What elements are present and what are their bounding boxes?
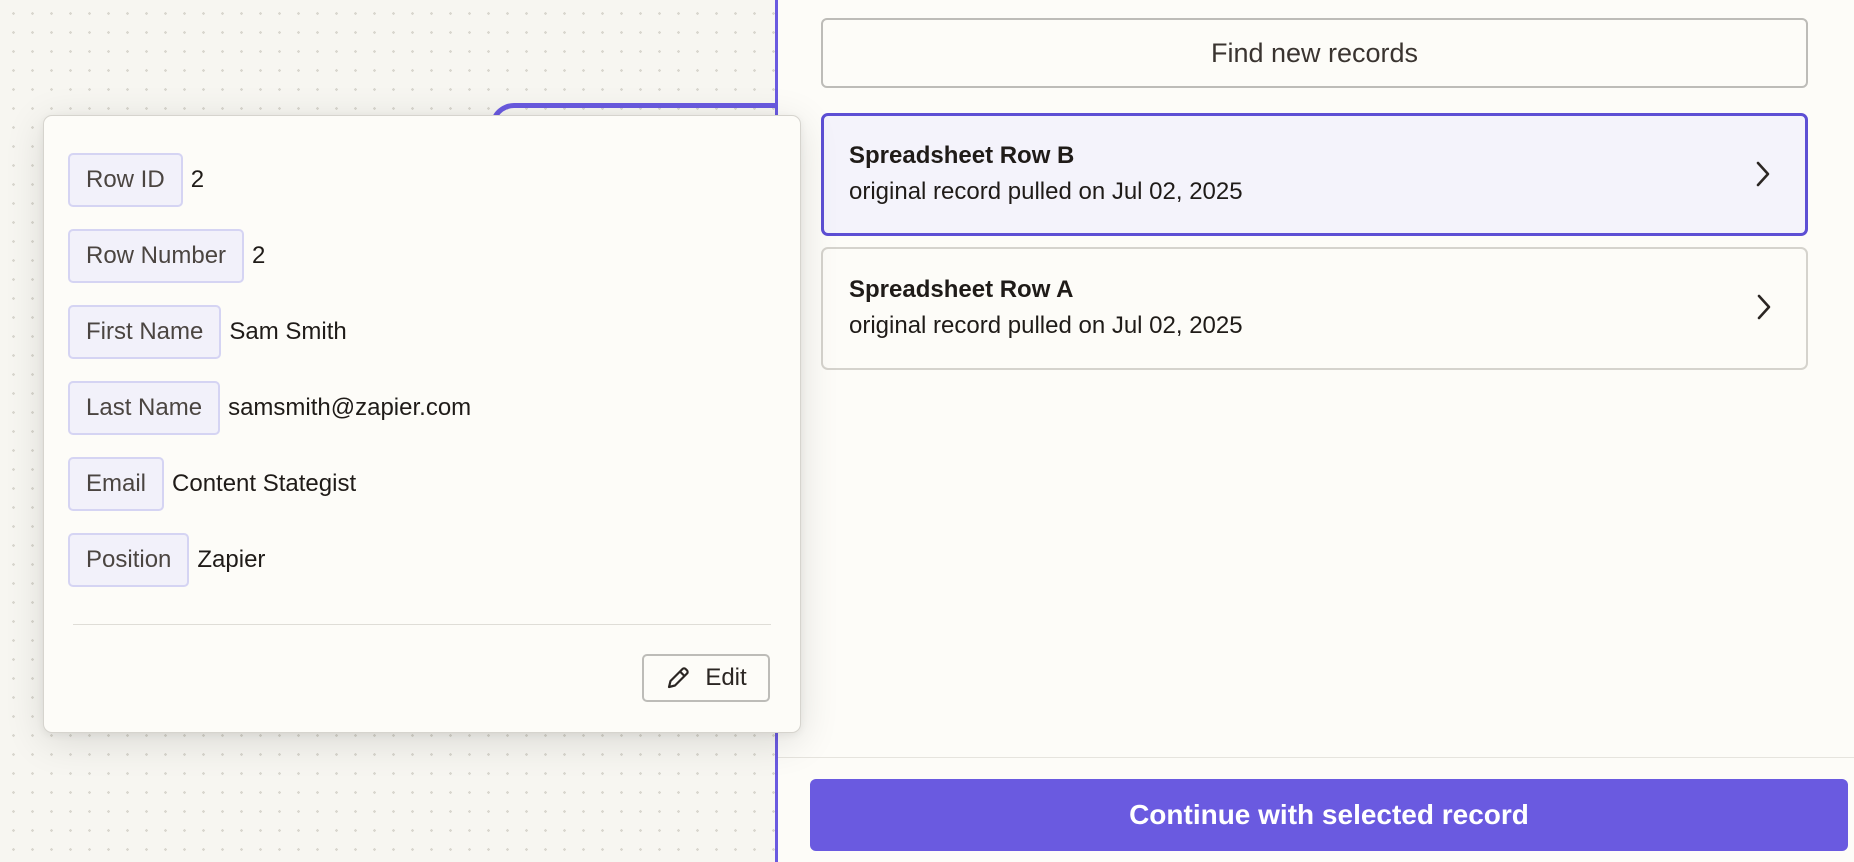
- record-item-spreadsheet-row-b[interactable]: Spreadsheet Row B original record pulled…: [821, 113, 1808, 236]
- record-subtitle: original record pulled on Jul 02, 2025: [849, 178, 1243, 205]
- field-label: Last Name: [68, 381, 221, 435]
- field-label: Row Number: [68, 229, 245, 283]
- record-title: Spreadsheet Row B: [849, 142, 1075, 169]
- find-new-records-button[interactable]: Find new records: [821, 18, 1808, 88]
- field-value: Content Stategist: [172, 470, 357, 497]
- edit-button[interactable]: Edit: [642, 654, 770, 702]
- field-value: 2: [190, 166, 205, 193]
- record-item-spreadsheet-row-a[interactable]: Spreadsheet Row A original record pulled…: [821, 247, 1808, 370]
- field-value: Sam Smith: [229, 318, 347, 345]
- field-row-row-number: Row Number 2: [68, 228, 265, 284]
- field-row-row-id: Row ID 2: [68, 152, 204, 208]
- chevron-right-icon: [1756, 161, 1770, 187]
- field-row-first-name: First Name Sam Smith: [68, 304, 347, 360]
- chevron-right-icon: [1757, 294, 1771, 320]
- field-label: Row ID: [68, 153, 183, 207]
- record-details-popover: Row ID 2 Row Number 2 First Name Sam Smi…: [43, 115, 801, 733]
- footer-divider: [778, 757, 1854, 758]
- field-row-last-name: Last Name samsmith@zapier.com: [68, 380, 471, 436]
- field-value: samsmith@zapier.com: [228, 394, 472, 421]
- record-subtitle: original record pulled on Jul 02, 2025: [849, 312, 1243, 339]
- record-title: Spreadsheet Row A: [849, 276, 1074, 303]
- field-value: 2: [252, 242, 266, 269]
- edit-button-label: Edit: [705, 664, 747, 691]
- field-row-position: Position Zapier: [68, 532, 265, 588]
- popover-divider: [73, 624, 771, 625]
- field-value: Zapier: [197, 546, 266, 573]
- field-row-email: Email Content Stategist: [68, 456, 356, 512]
- field-label: Position: [68, 533, 190, 587]
- field-label: Email: [68, 457, 165, 511]
- pencil-icon: [668, 667, 690, 689]
- field-label: First Name: [68, 305, 222, 359]
- record-selection-panel: Find new records Spreadsheet Row B origi…: [775, 0, 1854, 862]
- continue-with-selected-record-button[interactable]: Continue with selected record: [810, 779, 1848, 851]
